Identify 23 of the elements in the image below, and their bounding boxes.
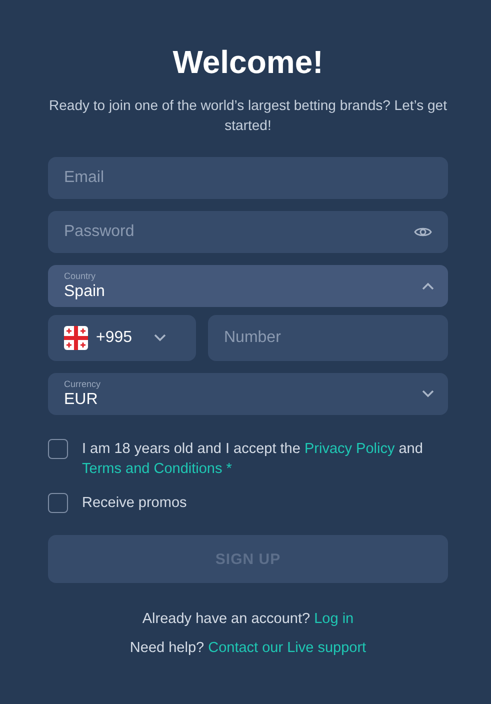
select-field[interactable]: Country Spain [48, 265, 448, 307]
chevron-icon [422, 282, 434, 290]
eye-icon[interactable] [414, 226, 432, 238]
checkbox-label: I am 18 years old and I accept the Privacy Policy and Terms and Conditions * [82, 440, 424, 479]
link[interactable]: Log in [314, 611, 354, 627]
email-field[interactable]: Email [48, 157, 448, 199]
link[interactable]: Terms and Conditions * [82, 461, 232, 477]
chevron-icon [154, 334, 166, 342]
chevron-icon [422, 390, 434, 398]
page-title: Welcome! [172, 44, 324, 81]
phone-number-field[interactable]: Number [208, 315, 448, 361]
country-code-select[interactable]: +995 [48, 315, 196, 361]
link[interactable]: Privacy Policy [304, 441, 395, 457]
password-field[interactable]: Password [48, 211, 448, 253]
flag-icon [64, 326, 88, 350]
link[interactable]: Contact our Live support [208, 640, 366, 656]
select-field[interactable]: Currency EUR [48, 373, 448, 415]
checkbox[interactable] [48, 493, 68, 513]
checkbox-label: Receive promos [82, 494, 187, 513]
help-text: Need help? Contact our Live support [130, 639, 366, 658]
subtitle: Ready to join one of the world’s largest betting brands? Let’s get started! [48, 96, 448, 135]
checkbox[interactable] [48, 439, 68, 459]
help-text: Already have an account? Log in [142, 610, 354, 629]
